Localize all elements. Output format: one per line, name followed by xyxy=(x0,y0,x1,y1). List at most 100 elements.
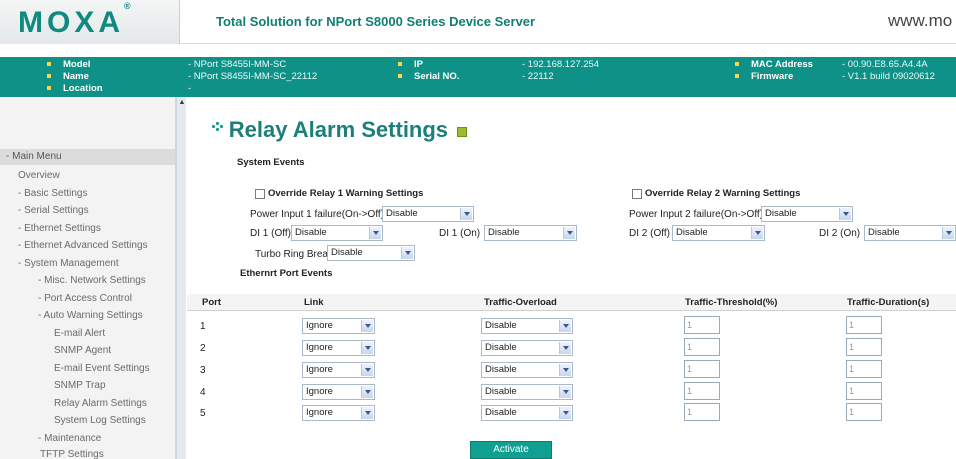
di2-off-select[interactable]: Disable xyxy=(672,225,765,241)
chevron-down-icon[interactable] xyxy=(839,208,851,220)
traffic-duration-input[interactable]: 1 xyxy=(846,338,882,356)
power-input1-select[interactable]: Disable xyxy=(382,206,474,222)
turbo-ring-value: Disable xyxy=(331,247,363,258)
help-icon[interactable] xyxy=(456,127,467,138)
chevron-down-icon[interactable] xyxy=(751,227,763,239)
traffic-duration-input[interactable]: 1 xyxy=(846,403,882,421)
chevron-down-icon[interactable] xyxy=(559,364,571,376)
logo-text: MOXA xyxy=(18,6,124,39)
traffic-threshold-input[interactable]: 1 xyxy=(684,360,720,378)
moxa-logo[interactable]: MOXA® xyxy=(18,1,131,40)
bullet-icon xyxy=(47,86,51,91)
menu-item-ethernet-settings[interactable]: - Ethernet Settings xyxy=(18,223,101,234)
menu-item-serial-settings[interactable]: - Serial Settings xyxy=(18,205,89,216)
link-select[interactable]: Ignore xyxy=(302,362,375,378)
location-value: - xyxy=(188,83,192,94)
traffic-overload-select[interactable]: Disable xyxy=(481,340,573,356)
firmware-label: Firmware xyxy=(735,71,793,82)
bullet-icon xyxy=(47,62,51,67)
traffic-duration-input[interactable]: 1 xyxy=(846,382,882,400)
power-input2-value: Disable xyxy=(765,208,797,219)
bullet-icon xyxy=(398,74,402,79)
chevron-down-icon[interactable] xyxy=(559,386,571,398)
menu-item-email-alert[interactable]: E-mail Alert xyxy=(54,328,105,339)
traffic-overload-select[interactable]: Disable xyxy=(481,362,573,378)
menu-item-port-access[interactable]: - Port Access Control xyxy=(38,293,132,304)
chevron-down-icon[interactable] xyxy=(361,342,373,354)
main-menu-title[interactable]: - Main Menu xyxy=(0,149,175,165)
col-traffic-threshold: Traffic-Threshold(%) xyxy=(685,297,778,308)
turbo-ring-label: Turbo Ring Break xyxy=(255,249,333,260)
chevron-down-icon[interactable] xyxy=(559,320,571,332)
di1-off-label: DI 1 (Off) xyxy=(250,228,291,239)
ethernet-events-heading: Ethernrt Port Events xyxy=(240,268,333,279)
link-value: Ignore xyxy=(306,364,333,375)
menu-scrollbar[interactable]: ▲ xyxy=(176,97,186,459)
chevron-down-icon[interactable] xyxy=(563,227,575,239)
link-value: Ignore xyxy=(306,386,333,397)
menu-item-snmp-trap[interactable]: SNMP Trap xyxy=(54,380,106,391)
chevron-down-icon[interactable] xyxy=(361,386,373,398)
menu-item-system-management[interactable]: - System Management xyxy=(18,258,119,269)
name-label: Name xyxy=(47,71,89,82)
page-title: Relay Alarm Settings xyxy=(228,117,449,142)
ip-value: - 192.168.127.254 xyxy=(522,59,600,70)
chevron-down-icon[interactable] xyxy=(401,247,413,259)
traffic-duration-input[interactable]: 1 xyxy=(846,316,882,334)
traffic-overload-select[interactable]: Disable xyxy=(481,318,573,334)
scroll-up-icon[interactable]: ▲ xyxy=(178,99,186,107)
location-label: Location xyxy=(47,83,103,94)
di1-off-select[interactable]: Disable xyxy=(291,225,383,241)
link-value: Ignore xyxy=(306,342,333,353)
link-select[interactable]: Ignore xyxy=(302,318,375,334)
chevron-down-icon[interactable] xyxy=(942,227,954,239)
link-select[interactable]: Ignore xyxy=(302,405,375,421)
menu-item-tftp-settings[interactable]: TFTP Settings xyxy=(40,449,104,459)
chevron-down-icon[interactable] xyxy=(361,407,373,419)
traffic-threshold-input[interactable]: 1 xyxy=(684,382,720,400)
overload-value: Disable xyxy=(485,407,517,418)
chevron-down-icon[interactable] xyxy=(361,364,373,376)
override-relay1-checkbox[interactable] xyxy=(255,189,265,199)
chevron-down-icon[interactable] xyxy=(460,208,472,220)
menu-item-basic-settings[interactable]: - Basic Settings xyxy=(18,188,87,199)
override-relay2-checkbox[interactable] xyxy=(632,189,642,199)
override-relay2-label: Override Relay 2 Warning Settings xyxy=(645,188,801,199)
di2-on-value: Disable xyxy=(868,227,900,238)
link-select[interactable]: Ignore xyxy=(302,384,375,400)
mac-label: MAC Address xyxy=(735,59,813,70)
menu-item-ethernet-advanced[interactable]: - Ethernet Advanced Settings xyxy=(18,240,148,251)
di1-on-select[interactable]: Disable xyxy=(484,225,577,241)
port-number: 1 xyxy=(200,321,206,332)
traffic-threshold-input[interactable]: 1 xyxy=(684,316,720,334)
system-events-heading: System Events xyxy=(237,157,305,168)
menu-item-email-event[interactable]: E-mail Event Settings xyxy=(54,363,150,374)
menu-item-relay-alarm[interactable]: Relay Alarm Settings xyxy=(54,398,147,409)
traffic-overload-select[interactable]: Disable xyxy=(481,405,573,421)
power-input2-select[interactable]: Disable xyxy=(761,206,853,222)
turbo-ring-select[interactable]: Disable xyxy=(327,245,415,261)
power-input1-label: Power Input 1 failure(On->Off) xyxy=(250,209,385,220)
chevron-down-icon[interactable] xyxy=(361,320,373,332)
activate-button[interactable]: Activate xyxy=(470,441,552,459)
traffic-threshold-input[interactable]: 1 xyxy=(684,403,720,421)
logo-area: MOXA® xyxy=(0,0,180,44)
traffic-duration-input[interactable]: 1 xyxy=(846,360,882,378)
menu-item-snmp-agent[interactable]: SNMP Agent xyxy=(54,345,111,356)
port-number: 3 xyxy=(200,365,206,376)
di2-on-select[interactable]: Disable xyxy=(864,225,956,241)
menu-item-auto-warning[interactable]: - Auto Warning Settings xyxy=(38,310,143,321)
link-select[interactable]: Ignore xyxy=(302,340,375,356)
page-title-row: Relay Alarm Settings xyxy=(212,117,467,143)
menu-item-maintenance[interactable]: - Maintenance xyxy=(38,433,101,444)
menu-item-overview[interactable]: Overview xyxy=(18,170,60,181)
menu-item-system-log[interactable]: System Log Settings xyxy=(54,415,146,426)
port-number: 2 xyxy=(200,343,206,354)
chevron-down-icon[interactable] xyxy=(369,227,381,239)
chevron-down-icon[interactable] xyxy=(559,407,571,419)
site-url-link[interactable]: www.mo xyxy=(888,11,952,31)
chevron-down-icon[interactable] xyxy=(559,342,571,354)
menu-item-misc-network[interactable]: - Misc. Network Settings xyxy=(38,275,146,286)
traffic-overload-select[interactable]: Disable xyxy=(481,384,573,400)
traffic-threshold-input[interactable]: 1 xyxy=(684,338,720,356)
